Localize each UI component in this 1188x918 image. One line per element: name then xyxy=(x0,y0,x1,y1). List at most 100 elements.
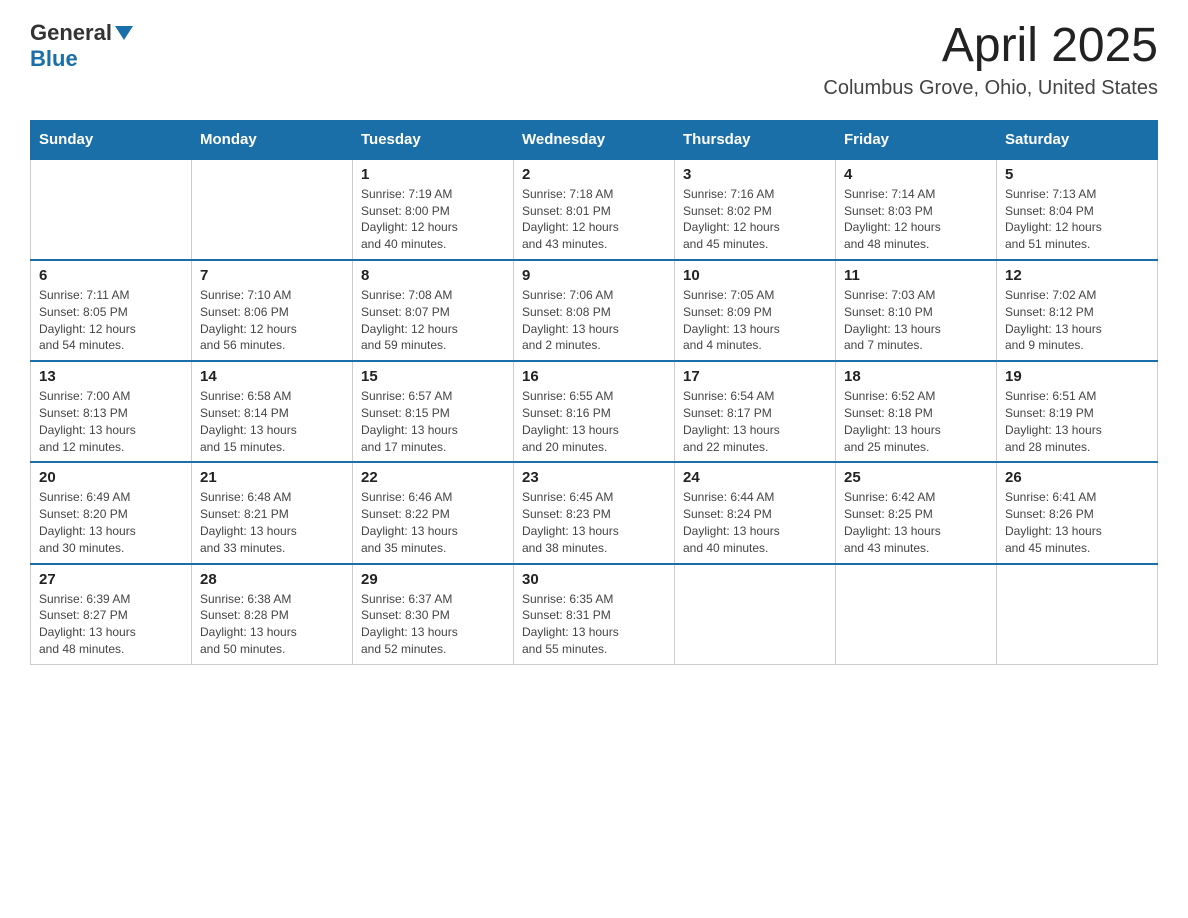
calendar-cell: 27 Sunrise: 6:39 AM Sunset: 8:27 PM Dayli… xyxy=(31,564,192,665)
day-info: Sunrise: 6:51 AM Sunset: 8:19 PM Dayligh… xyxy=(1005,388,1149,455)
day-number: 28 xyxy=(200,571,344,588)
day-number: 7 xyxy=(200,267,344,284)
calendar-week-row: 27 Sunrise: 6:39 AM Sunset: 8:27 PM Dayli… xyxy=(31,564,1158,665)
day-info: Sunrise: 6:45 AM Sunset: 8:23 PM Dayligh… xyxy=(522,489,666,556)
day-info: Sunrise: 6:46 AM Sunset: 8:22 PM Dayligh… xyxy=(361,489,505,556)
day-info: Sunrise: 6:58 AM Sunset: 8:14 PM Dayligh… xyxy=(200,388,344,455)
logo-general-text: General xyxy=(30,20,112,46)
calendar-cell: 9 Sunrise: 7:06 AM Sunset: 8:08 PM Daylig… xyxy=(514,260,675,361)
calendar-cell: 3 Sunrise: 7:16 AM Sunset: 8:02 PM Daylig… xyxy=(675,159,836,260)
day-info: Sunrise: 6:52 AM Sunset: 8:18 PM Dayligh… xyxy=(844,388,988,455)
calendar-cell: 6Sunrise: 7:11 AM Sunset: 8:05 PM Daylig… xyxy=(31,260,192,361)
calendar-cell: 2 Sunrise: 7:18 AM Sunset: 8:01 PM Daylig… xyxy=(514,159,675,260)
day-info: Sunrise: 6:38 AM Sunset: 8:28 PM Dayligh… xyxy=(200,591,344,658)
day-info: Sunrise: 7:06 AM Sunset: 8:08 PM Dayligh… xyxy=(522,287,666,354)
day-number: 21 xyxy=(200,469,344,486)
calendar-week-row: 20 Sunrise: 6:49 AM Sunset: 8:20 PM Dayli… xyxy=(31,462,1158,563)
day-number: 30 xyxy=(522,571,666,588)
day-number: 19 xyxy=(1005,368,1149,385)
calendar-cell: 5 Sunrise: 7:13 AM Sunset: 8:04 PM Daylig… xyxy=(997,159,1158,260)
day-number: 27 xyxy=(39,571,183,588)
calendar-cell: 24 Sunrise: 6:44 AM Sunset: 8:24 PM Dayli… xyxy=(675,462,836,563)
calendar-cell xyxy=(675,564,836,665)
day-number: 20 xyxy=(39,469,183,486)
day-number: 26 xyxy=(1005,469,1149,486)
calendar-cell: 7 Sunrise: 7:10 AM Sunset: 8:06 PM Daylig… xyxy=(192,260,353,361)
day-number: 4 xyxy=(844,166,988,183)
day-info: Sunrise: 7:03 AM Sunset: 8:10 PM Dayligh… xyxy=(844,287,988,354)
day-info: Sunrise: 6:39 AM Sunset: 8:27 PM Dayligh… xyxy=(39,591,183,658)
calendar-cell: 11Sunrise: 7:03 AM Sunset: 8:10 PM Dayli… xyxy=(836,260,997,361)
day-info: Sunrise: 6:41 AM Sunset: 8:26 PM Dayligh… xyxy=(1005,489,1149,556)
calendar-cell: 30 Sunrise: 6:35 AM Sunset: 8:31 PM Dayli… xyxy=(514,564,675,665)
day-info: Sunrise: 7:13 AM Sunset: 8:04 PM Dayligh… xyxy=(1005,186,1149,253)
day-number: 16 xyxy=(522,368,666,385)
calendar-cell: 23 Sunrise: 6:45 AM Sunset: 8:23 PM Dayli… xyxy=(514,462,675,563)
day-info: Sunrise: 7:08 AM Sunset: 8:07 PM Dayligh… xyxy=(361,287,505,354)
title-section: April 2025 Columbus Grove, Ohio, United … xyxy=(823,20,1158,100)
calendar-cell: 13 Sunrise: 7:00 AM Sunset: 8:13 PM Dayli… xyxy=(31,361,192,462)
calendar-cell: 17 Sunrise: 6:54 AM Sunset: 8:17 PM Dayli… xyxy=(675,361,836,462)
day-number: 5 xyxy=(1005,166,1149,183)
day-header-monday: Monday xyxy=(192,120,353,159)
day-number: 29 xyxy=(361,571,505,588)
day-header-wednesday: Wednesday xyxy=(514,120,675,159)
day-number: 2 xyxy=(522,166,666,183)
day-info: Sunrise: 7:10 AM Sunset: 8:06 PM Dayligh… xyxy=(200,287,344,354)
day-info: Sunrise: 7:02 AM Sunset: 8:12 PM Dayligh… xyxy=(1005,287,1149,354)
calendar-cell: 10Sunrise: 7:05 AM Sunset: 8:09 PM Dayli… xyxy=(675,260,836,361)
day-number: 6 xyxy=(39,267,183,284)
day-number: 22 xyxy=(361,469,505,486)
calendar-week-row: 6Sunrise: 7:11 AM Sunset: 8:05 PM Daylig… xyxy=(31,260,1158,361)
day-number: 14 xyxy=(200,368,344,385)
day-number: 18 xyxy=(844,368,988,385)
day-number: 13 xyxy=(39,368,183,385)
calendar-cell: 19 Sunrise: 6:51 AM Sunset: 8:19 PM Dayli… xyxy=(997,361,1158,462)
day-header-friday: Friday xyxy=(836,120,997,159)
day-info: Sunrise: 7:19 AM Sunset: 8:00 PM Dayligh… xyxy=(361,186,505,253)
calendar-cell xyxy=(836,564,997,665)
day-number: 9 xyxy=(522,267,666,284)
day-info: Sunrise: 7:18 AM Sunset: 8:01 PM Dayligh… xyxy=(522,186,666,253)
day-info: Sunrise: 6:54 AM Sunset: 8:17 PM Dayligh… xyxy=(683,388,827,455)
calendar-cell: 28 Sunrise: 6:38 AM Sunset: 8:28 PM Dayli… xyxy=(192,564,353,665)
day-info: Sunrise: 7:05 AM Sunset: 8:09 PM Dayligh… xyxy=(683,287,827,354)
day-number: 3 xyxy=(683,166,827,183)
day-info: Sunrise: 6:48 AM Sunset: 8:21 PM Dayligh… xyxy=(200,489,344,556)
logo: General Blue xyxy=(30,20,133,72)
day-header-sunday: Sunday xyxy=(31,120,192,159)
day-info: Sunrise: 6:57 AM Sunset: 8:15 PM Dayligh… xyxy=(361,388,505,455)
calendar-cell: 15 Sunrise: 6:57 AM Sunset: 8:15 PM Dayli… xyxy=(353,361,514,462)
logo-triangle-icon xyxy=(115,26,133,45)
day-number: 24 xyxy=(683,469,827,486)
day-info: Sunrise: 7:00 AM Sunset: 8:13 PM Dayligh… xyxy=(39,388,183,455)
day-number: 25 xyxy=(844,469,988,486)
calendar-cell: 25 Sunrise: 6:42 AM Sunset: 8:25 PM Dayli… xyxy=(836,462,997,563)
calendar-cell xyxy=(31,159,192,260)
day-info: Sunrise: 6:42 AM Sunset: 8:25 PM Dayligh… xyxy=(844,489,988,556)
calendar-cell: 18 Sunrise: 6:52 AM Sunset: 8:18 PM Dayli… xyxy=(836,361,997,462)
calendar-cell: 21 Sunrise: 6:48 AM Sunset: 8:21 PM Dayli… xyxy=(192,462,353,563)
calendar-cell: 16 Sunrise: 6:55 AM Sunset: 8:16 PM Dayli… xyxy=(514,361,675,462)
day-info: Sunrise: 6:44 AM Sunset: 8:24 PM Dayligh… xyxy=(683,489,827,556)
day-info: Sunrise: 7:16 AM Sunset: 8:02 PM Dayligh… xyxy=(683,186,827,253)
day-header-thursday: Thursday xyxy=(675,120,836,159)
calendar-week-row: 1Sunrise: 7:19 AM Sunset: 8:00 PM Daylig… xyxy=(31,159,1158,260)
calendar-cell xyxy=(192,159,353,260)
calendar-cell: 14 Sunrise: 6:58 AM Sunset: 8:14 PM Dayli… xyxy=(192,361,353,462)
calendar-cell: 29Sunrise: 6:37 AM Sunset: 8:30 PM Dayli… xyxy=(353,564,514,665)
day-number: 15 xyxy=(361,368,505,385)
day-header-saturday: Saturday xyxy=(997,120,1158,159)
calendar-week-row: 13 Sunrise: 7:00 AM Sunset: 8:13 PM Dayli… xyxy=(31,361,1158,462)
day-number: 23 xyxy=(522,469,666,486)
calendar-cell: 12 Sunrise: 7:02 AM Sunset: 8:12 PM Dayli… xyxy=(997,260,1158,361)
day-number: 12 xyxy=(1005,267,1149,284)
month-year-title: April 2025 xyxy=(823,20,1158,73)
day-number: 8 xyxy=(361,267,505,284)
day-info: Sunrise: 6:35 AM Sunset: 8:31 PM Dayligh… xyxy=(522,591,666,658)
calendar-cell xyxy=(997,564,1158,665)
day-info: Sunrise: 6:55 AM Sunset: 8:16 PM Dayligh… xyxy=(522,388,666,455)
day-number: 17 xyxy=(683,368,827,385)
day-info: Sunrise: 6:49 AM Sunset: 8:20 PM Dayligh… xyxy=(39,489,183,556)
location-subtitle: Columbus Grove, Ohio, United States xyxy=(823,77,1158,100)
